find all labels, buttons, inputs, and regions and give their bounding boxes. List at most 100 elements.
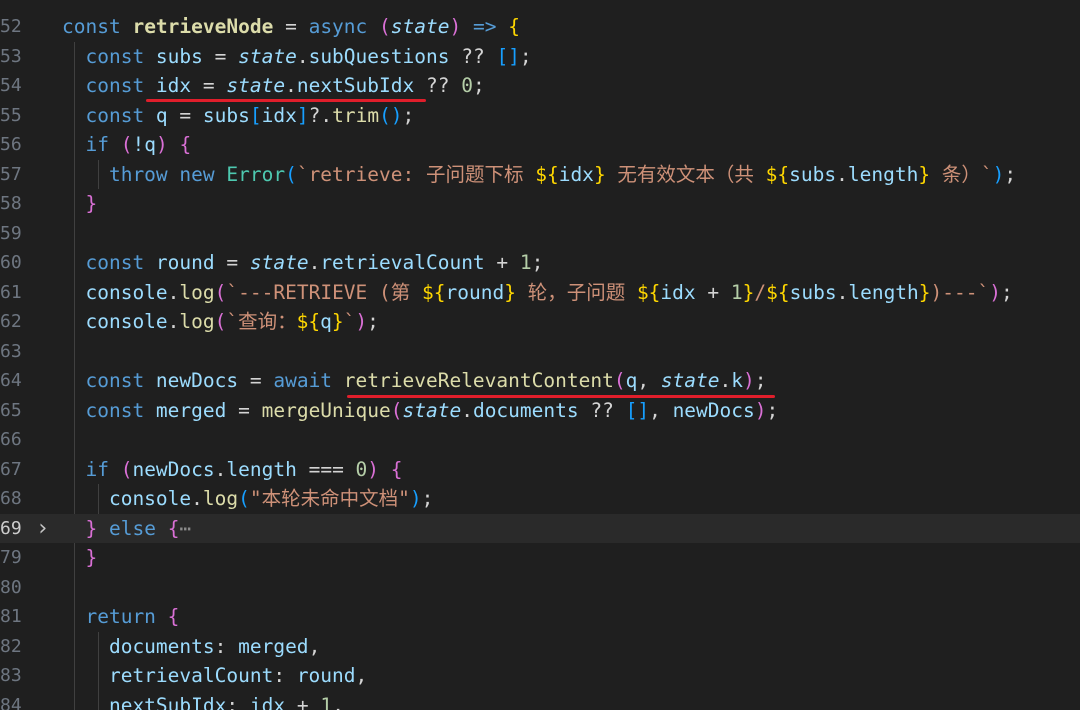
code-token: ; — [531, 251, 544, 274]
code-token: length — [847, 162, 919, 186]
code-token: 1 — [320, 693, 333, 710]
code-token: . — [285, 74, 297, 97]
code-text: const newDocs = await retrieveRelevantCo… — [62, 366, 1080, 396]
code-token: + — [285, 693, 321, 710]
code-token: console — [62, 487, 192, 510]
code-token: ; — [1001, 280, 1013, 304]
line-number: 55 — [0, 104, 22, 126]
code-token: . — [461, 398, 473, 422]
code-token: } — [85, 516, 98, 540]
code-line[interactable]: 84 nextSubIdx: idx + 1, — [0, 691, 1080, 710]
code-line[interactable]: 65 const merged = mergeUnique(state.docu… — [0, 396, 1080, 426]
code-line[interactable]: 67 if (newDocs.length === 0) { — [0, 455, 1080, 485]
line-number: 58 — [0, 193, 22, 214]
code-token: Error — [226, 162, 286, 186]
code-line[interactable]: 55 const q = subs[idx]?.trim(); — [0, 101, 1080, 131]
line-number: 60 — [0, 252, 22, 273]
code-token: { — [167, 516, 180, 540]
code-line[interactable]: 63 — [0, 337, 1080, 367]
code-token: ${ — [765, 162, 790, 186]
code-token: retrieveRelevantContent — [343, 369, 614, 392]
code-token: = — [191, 74, 227, 97]
code-token: state — [238, 44, 297, 68]
code-token: const — [62, 251, 156, 274]
line-number: 52 — [0, 16, 22, 37]
line-number: 57 — [0, 163, 22, 185]
code-text: const q = subs[idx]?.trim(); — [62, 101, 1080, 131]
line-number: 53 — [0, 45, 22, 67]
code-token: const — [62, 398, 156, 422]
code-token: 1 — [730, 280, 743, 304]
code-token: } — [85, 192, 98, 215]
code-token: . — [719, 369, 732, 392]
code-line[interactable]: 52 const retrieveNode = async (state) => … — [0, 12, 1080, 42]
code-token: [ — [249, 103, 262, 127]
code-token: ( — [214, 310, 227, 333]
code-token: . — [167, 280, 180, 304]
code-token: ${ — [422, 280, 446, 304]
code-line[interactable]: 64 const newDocs = await retrieveRelevan… — [0, 366, 1080, 396]
code-token: ( — [285, 162, 297, 186]
code-token: ] — [296, 103, 309, 127]
code-token: state — [660, 369, 720, 392]
code-text: retrievalCount: round, — [62, 661, 1080, 691]
code-token: retrievalCount — [62, 664, 274, 687]
chevron-right-icon[interactable]: › — [36, 514, 52, 544]
line-number: 59 — [0, 222, 22, 244]
code-line[interactable]: 82 documents: merged, — [0, 632, 1080, 662]
code-token: ${ — [535, 162, 559, 186]
code-token: q — [320, 310, 332, 333]
code-token: idx — [249, 693, 286, 710]
code-token: if — [62, 133, 121, 156]
code-text: console.log(`查询：${q}`); — [62, 307, 1080, 337]
code-token: k — [731, 369, 744, 392]
code-line[interactable]: 53 const subs = state.subQuestions ?? []… — [0, 42, 1080, 72]
code-line[interactable]: 61 console.log(`---RETRIEVE (第 ${round} … — [0, 278, 1080, 308]
code-token: 0 — [461, 74, 473, 97]
code-token: } — [85, 546, 98, 569]
code-token: } — [918, 280, 931, 304]
code-token: `查询： — [226, 310, 297, 333]
code-line[interactable]: 54 const idx = state.nextSubIdx ?? 0; — [0, 71, 1080, 101]
code-text: console.log(`---RETRIEVE (第 ${round} 轮，子… — [62, 278, 1080, 308]
code-token: = — [238, 369, 274, 392]
code-line[interactable]: 68 console.log("本轮未命中文档"); — [0, 484, 1080, 514]
code-line[interactable]: 58 } — [0, 189, 1080, 219]
line-number: 67 — [0, 458, 22, 480]
code-line[interactable]: 80 — [0, 573, 1080, 603]
code-line[interactable]: 60 const round = state.retrievalCount + … — [0, 248, 1080, 278]
line-number: 54 — [0, 75, 22, 96]
code-token: nextSubIdx — [62, 693, 227, 710]
code-token: ${ — [636, 280, 661, 304]
code-line[interactable]: 59 — [0, 219, 1080, 249]
code-line[interactable]: 69 › } else {⋯ — [0, 513, 1080, 544]
code-line[interactable]: 83 retrievalCount: round, — [0, 661, 1080, 691]
code-token: throw new — [62, 162, 227, 186]
code-line[interactable]: 56 if (!q) { — [0, 130, 1080, 160]
code-line[interactable]: 57 throw new Error(`retrieve: 子问题下标 ${id… — [0, 160, 1080, 190]
code-line[interactable]: 81 return { — [0, 602, 1080, 632]
code-token: q — [625, 369, 638, 392]
code-token: ) — [155, 133, 168, 156]
code-editor[interactable]: 52 const retrieveNode = async (state) => … — [0, 0, 1080, 710]
line-number: 80 — [0, 576, 22, 598]
code-text: const retrieveNode = async (state) => { — [62, 12, 1080, 42]
code-text: console.log("本轮未命中文档"); — [62, 484, 1080, 514]
code-token: round — [445, 280, 505, 304]
code-token: return — [62, 605, 168, 628]
code-token: } — [593, 162, 606, 186]
code-token: ?? — [449, 44, 497, 68]
code-token: () — [379, 103, 403, 127]
code-text: const merged = mergeUnique(state.documen… — [62, 396, 1080, 426]
code-token: round — [296, 664, 356, 687]
code-token: , — [355, 664, 368, 687]
code-line[interactable]: 79 } — [0, 543, 1080, 573]
code-token: ; — [519, 44, 532, 68]
code-line[interactable]: 62 console.log(`查询：${q}`); — [0, 307, 1080, 337]
code-token: ( — [120, 457, 133, 481]
code-line[interactable]: 66 — [0, 425, 1080, 455]
code-token: "本轮未命中文档" — [249, 487, 410, 510]
code-text: const idx = state.nextSubIdx ?? 0; — [62, 71, 1080, 101]
